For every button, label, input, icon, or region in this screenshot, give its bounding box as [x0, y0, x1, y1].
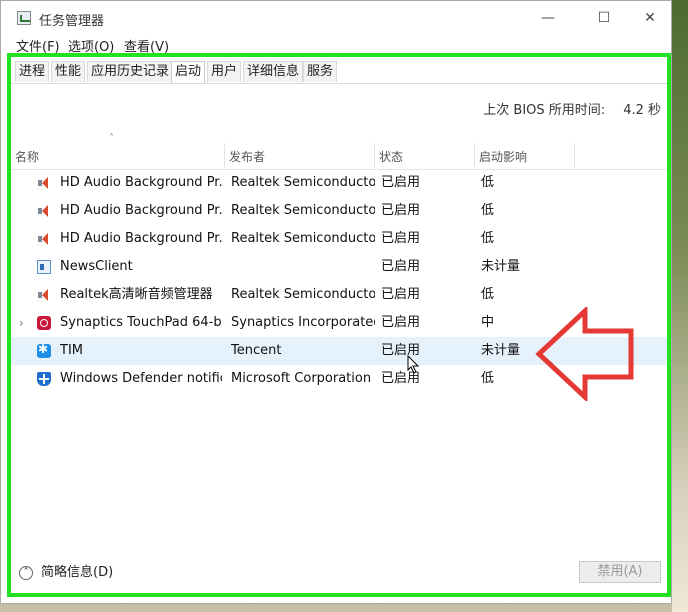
- column-header-status[interactable]: 状态: [375, 143, 475, 169]
- row-impact: 低: [481, 175, 495, 190]
- collapse-chevron-icon: ˄: [19, 565, 33, 580]
- tab-app-history[interactable]: 应用历史记录: [87, 61, 174, 82]
- title-bar[interactable]: 任务管理器 — ☐ ✕: [1, 1, 671, 35]
- bios-time-value: 4.2 秒: [623, 103, 661, 118]
- window-title: 任务管理器: [39, 14, 105, 29]
- row-name: Windows Defender notific...: [60, 371, 222, 386]
- tab-processes[interactable]: 进程: [15, 61, 50, 82]
- row-publisher: Realtek Semiconductor: [231, 231, 375, 246]
- row-impact: 未计量: [481, 259, 521, 274]
- disable-button[interactable]: 禁用(A): [579, 561, 661, 583]
- row-status: 已启用: [381, 175, 421, 190]
- row-publisher: Realtek Semiconductor: [231, 287, 375, 302]
- fewer-details-toggle[interactable]: ˄ 简略信息(D): [19, 563, 113, 583]
- row-name: HD Audio Background Pr...: [60, 203, 222, 218]
- row-name: HD Audio Background Pr...: [60, 175, 222, 190]
- row-name: NewsClient: [60, 259, 133, 274]
- row-impact: 低: [481, 203, 495, 218]
- expand-chevron-icon[interactable]: ›: [19, 309, 31, 337]
- row-name: TIM: [60, 343, 83, 358]
- row-publisher: Realtek Semiconductor: [231, 203, 375, 218]
- speaker-icon: [37, 176, 51, 190]
- row-name: Synaptics TouchPad 64-bi...: [60, 315, 222, 330]
- mouse-cursor-icon: [407, 355, 420, 374]
- news-icon: [37, 260, 51, 274]
- row-name: Realtek高清晰音频管理器: [60, 287, 213, 302]
- row-impact: 低: [481, 231, 495, 246]
- bios-time-label: 上次 BIOS 所用时间:: [483, 103, 606, 118]
- speaker-icon: [37, 232, 51, 246]
- maximize-button[interactable]: ☐: [581, 1, 627, 35]
- table-header: 名称 发布者 状态 启动影响: [11, 143, 667, 170]
- row-publisher: Realtek Semiconductor: [231, 175, 375, 190]
- tab-details[interactable]: 详细信息: [243, 61, 304, 82]
- row-status: 已启用: [381, 315, 421, 330]
- column-header-impact[interactable]: 启动影响: [475, 143, 575, 169]
- table-row[interactable]: HD Audio Background Pr... Realtek Semico…: [11, 225, 667, 253]
- tab-users[interactable]: 用户: [207, 61, 242, 82]
- task-manager-window: 任务管理器 — ☐ ✕ 文件(F) 选项(O) 查看(V) 进程 性能 应用历史…: [0, 0, 672, 604]
- speaker-icon: [37, 288, 51, 302]
- synaptics-icon: [37, 316, 51, 330]
- fewer-details-label: 简略信息(D): [41, 565, 114, 580]
- row-name: HD Audio Background Pr...: [60, 231, 222, 246]
- startup-panel: 进程 性能 应用历史记录 启动 用户 详细信息 服务 上次 BIOS 所用时间:…: [7, 53, 671, 597]
- row-impact: 低: [481, 287, 495, 302]
- speaker-icon: [37, 204, 51, 218]
- table-row[interactable]: HD Audio Background Pr... Realtek Semico…: [11, 169, 667, 197]
- table-row[interactable]: NewsClient 已启用 未计量: [11, 253, 667, 281]
- minimize-button[interactable]: —: [525, 1, 571, 35]
- tab-services[interactable]: 服务: [303, 61, 338, 82]
- row-impact: 低: [481, 371, 495, 386]
- footer: ˄ 简略信息(D) 禁用(A): [11, 553, 667, 593]
- row-status: 已启用: [381, 203, 421, 218]
- row-publisher: Microsoft Corporation: [231, 371, 372, 386]
- tab-divider: [11, 83, 667, 84]
- row-publisher: Synaptics Incorporated: [231, 315, 375, 330]
- row-impact: 中: [481, 315, 495, 330]
- table-row[interactable]: Realtek高清晰音频管理器 Realtek Semiconductor 已启…: [11, 281, 667, 309]
- row-status: 已启用: [381, 231, 421, 246]
- tab-startup[interactable]: 启动: [171, 61, 206, 84]
- task-manager-icon: [17, 11, 31, 25]
- desktop-background: [672, 0, 688, 612]
- table-row[interactable]: HD Audio Background Pr... Realtek Semico…: [11, 197, 667, 225]
- row-status: 已启用: [381, 287, 421, 302]
- defender-icon: [37, 372, 51, 386]
- tab-performance[interactable]: 性能: [51, 61, 86, 82]
- menu-bar: 文件(F) 选项(O) 查看(V): [1, 35, 671, 55]
- row-publisher: Tencent: [231, 343, 282, 358]
- red-arrow-annotation: [535, 307, 634, 401]
- row-status: 已启用: [381, 259, 421, 274]
- row-publisher: [231, 253, 375, 281]
- close-button[interactable]: ✕: [627, 1, 673, 35]
- column-header-name[interactable]: 名称: [11, 143, 225, 169]
- tim-icon: [37, 342, 51, 358]
- column-header-publisher[interactable]: 发布者: [225, 143, 375, 169]
- row-impact: 未计量: [481, 343, 521, 358]
- bios-time: 上次 BIOS 所用时间: 4.2 秒: [483, 99, 661, 118]
